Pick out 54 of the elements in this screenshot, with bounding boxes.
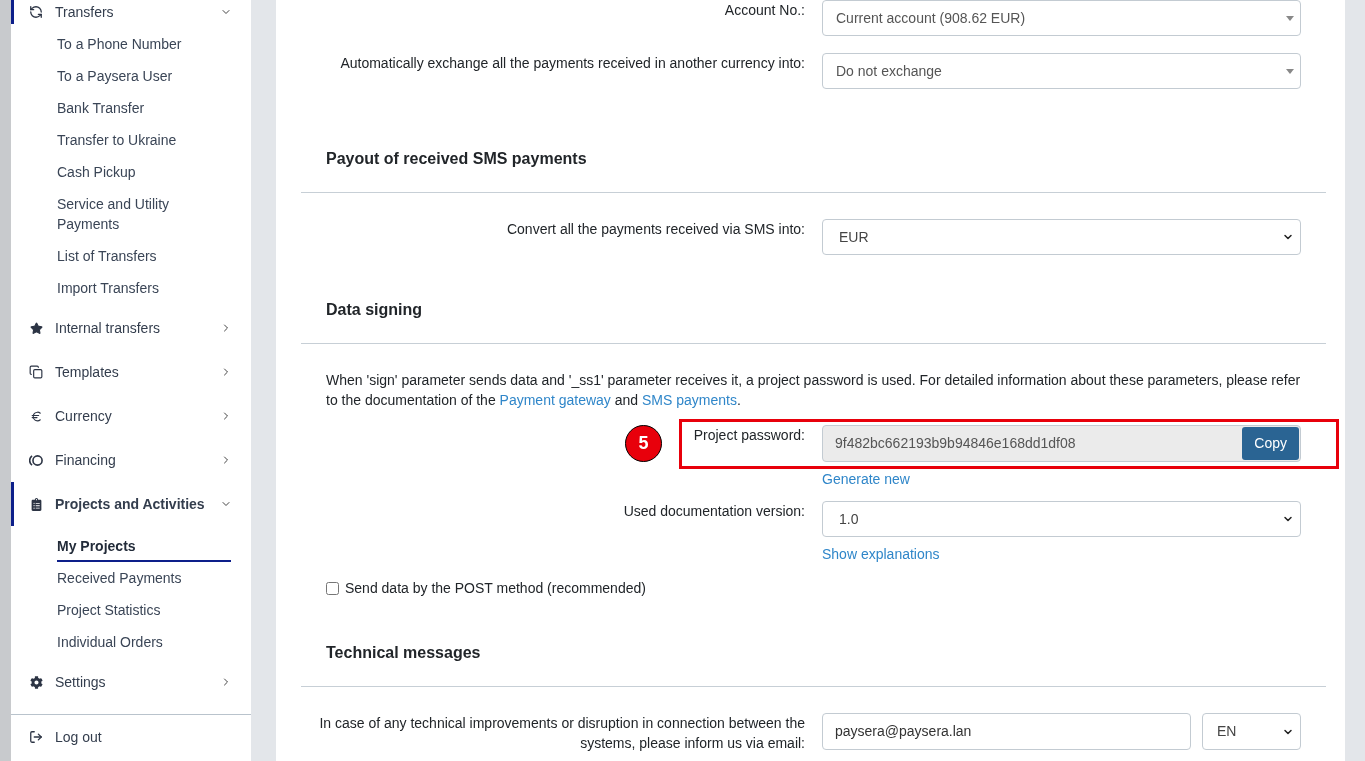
nav-subitem[interactable]: Service and Utility Payments — [57, 188, 231, 240]
link[interactable]: Payment gateway — [499, 392, 611, 408]
field-label: Automatically exchange all the payments received in another currency into: — [340, 54, 805, 73]
settings-icon — [29, 675, 43, 689]
email-field[interactable]: paysera@paysera.lan — [822, 713, 1191, 750]
circular-arrows-icon — [29, 5, 43, 19]
field-label: Used documentation version: — [623, 502, 805, 521]
nav-subitem[interactable]: Cash Pickup — [57, 156, 231, 188]
nav-item[interactable]: Templates — [11, 350, 251, 394]
nav-subitem[interactable]: Received Payments — [57, 562, 231, 594]
field-label: Project password: — [693, 426, 805, 445]
copy-button[interactable]: Copy — [1242, 427, 1299, 460]
section-heading: Data signing — [326, 300, 423, 320]
nav-item[interactable]: Internal transfers — [11, 306, 251, 350]
nav-subitem[interactable]: Bank Transfer — [57, 92, 231, 124]
checkbox-label: Send data by the POST method (recommended) — [345, 579, 646, 598]
nav-item[interactable]: Transfers — [11, 0, 251, 24]
dropdown[interactable]: EUR — [822, 219, 1301, 255]
annotation-badge: 5 — [625, 425, 662, 462]
dropdown[interactable]: Current account (908.62 EUR) — [822, 0, 1301, 36]
section-heading: Payout of received SMS payments — [326, 149, 588, 169]
description-text: When 'sign' parameter sends data and '_ss1' parameter receives it, a project password is used. For detailed information about these parameters, please refer to the documentation of the Payment gateway and SMS payments. — [325, 371, 1302, 410]
circle-arc-icon — [29, 454, 43, 466]
euro-icon — [29, 409, 43, 423]
link[interactable]: Show explanations — [822, 544, 940, 564]
nav-item[interactable]: Financing — [11, 438, 251, 482]
dropdown[interactable]: 1.0 — [822, 501, 1301, 537]
nav-item[interactable]: Settings — [11, 660, 251, 704]
nav-item[interactable]: Projects and Activities — [11, 482, 251, 526]
copy-icon — [29, 365, 43, 379]
clipboard-icon — [29, 497, 43, 511]
nav-subitem[interactable]: Project Statistics — [57, 594, 231, 626]
caret-icon — [1286, 68, 1294, 74]
nav-subitem[interactable]: My Projects — [57, 530, 231, 562]
link[interactable]: SMS payments — [642, 392, 737, 408]
language-select[interactable]: EN — [1202, 713, 1301, 750]
star-icon — [29, 321, 43, 335]
field-label: In case of any technical improvements or disruption in connection between the systems, please inform us via email: — [318, 714, 805, 753]
link[interactable]: Generate new — [822, 469, 910, 489]
nav-subitem[interactable]: Import Transfers — [57, 272, 231, 304]
nav-subitem[interactable]: To a Paysera User — [57, 60, 231, 92]
field-label: Convert all the payments received via SMS into: — [506, 220, 805, 239]
nav-item[interactable]: Log out — [11, 715, 251, 759]
caret-icon — [1286, 15, 1294, 21]
checkbox[interactable] — [326, 581, 339, 595]
nav-subitem[interactable]: Individual Orders — [57, 626, 231, 658]
dropdown[interactable]: Do not exchange — [822, 53, 1301, 89]
field-label: Account No.: — [724, 1, 805, 20]
logout-icon — [29, 730, 43, 744]
section-heading: Technical messages — [326, 643, 482, 663]
nav-subitem[interactable]: Transfer to Ukraine — [57, 124, 231, 156]
nav-subitem[interactable]: To a Phone Number — [57, 28, 231, 60]
nav-subitem[interactable]: List of Transfers — [57, 240, 231, 272]
nav-item[interactable]: Currency — [11, 394, 251, 438]
